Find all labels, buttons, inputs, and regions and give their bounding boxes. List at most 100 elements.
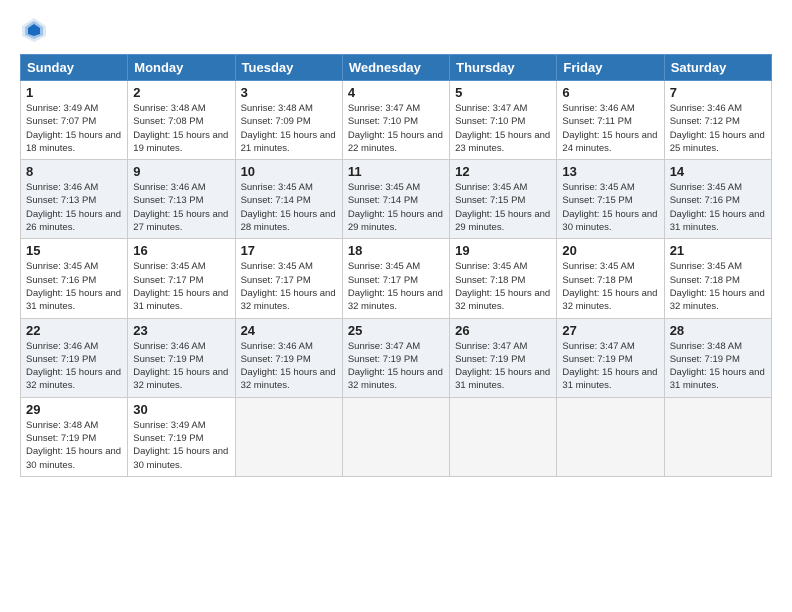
day-number: 15: [26, 243, 122, 258]
day-info: Sunrise: 3:46 AM Sunset: 7:11 PM Dayligh…: [562, 102, 658, 155]
day-info: Sunrise: 3:45 AM Sunset: 7:16 PM Dayligh…: [26, 260, 122, 313]
day-number: 29: [26, 402, 122, 417]
day-info: Sunrise: 3:49 AM Sunset: 7:07 PM Dayligh…: [26, 102, 122, 155]
day-number: 16: [133, 243, 229, 258]
page-header: [20, 16, 772, 44]
calendar-cell: 12 Sunrise: 3:45 AM Sunset: 7:15 PM Dayli…: [450, 160, 557, 239]
calendar-cell: [664, 397, 771, 476]
day-number: 1: [26, 85, 122, 100]
day-info: Sunrise: 3:46 AM Sunset: 7:19 PM Dayligh…: [133, 340, 229, 393]
calendar-week-row: 15 Sunrise: 3:45 AM Sunset: 7:16 PM Dayli…: [21, 239, 772, 318]
day-number: 21: [670, 243, 766, 258]
calendar-cell: 14 Sunrise: 3:45 AM Sunset: 7:16 PM Dayli…: [664, 160, 771, 239]
calendar-week-row: 22 Sunrise: 3:46 AM Sunset: 7:19 PM Dayli…: [21, 318, 772, 397]
day-info: Sunrise: 3:49 AM Sunset: 7:19 PM Dayligh…: [133, 419, 229, 472]
calendar-cell: 11 Sunrise: 3:45 AM Sunset: 7:14 PM Dayli…: [342, 160, 449, 239]
calendar-cell: [450, 397, 557, 476]
calendar-cell: 19Sunrise: 3:45 AM Sunset: 7:18 PM Dayli…: [450, 239, 557, 318]
day-info: Sunrise: 3:45 AM Sunset: 7:18 PM Dayligh…: [562, 260, 658, 313]
day-number: 25: [348, 323, 444, 338]
day-number: 28: [670, 323, 766, 338]
day-info: Sunrise: 3:46 AM Sunset: 7:13 PM Dayligh…: [26, 181, 122, 234]
logo-icon: [20, 16, 48, 44]
calendar-cell: 9Sunrise: 3:46 AM Sunset: 7:13 PM Daylig…: [128, 160, 235, 239]
day-info: Sunrise: 3:45 AM Sunset: 7:15 PM Dayligh…: [562, 181, 658, 234]
day-info: Sunrise: 3:47 AM Sunset: 7:19 PM Dayligh…: [562, 340, 658, 393]
calendar-cell: 3 Sunrise: 3:48 AM Sunset: 7:09 PM Daylig…: [235, 81, 342, 160]
day-number: 23: [133, 323, 229, 338]
day-number: 8: [26, 164, 122, 179]
day-info: Sunrise: 3:45 AM Sunset: 7:18 PM Dayligh…: [670, 260, 766, 313]
day-info: Sunrise: 3:45 AM Sunset: 7:14 PM Dayligh…: [241, 181, 337, 234]
weekday-header: Sunday: [21, 55, 128, 81]
day-number: 9: [133, 164, 229, 179]
day-number: 10: [241, 164, 337, 179]
day-number: 18: [348, 243, 444, 258]
day-info: Sunrise: 3:46 AM Sunset: 7:12 PM Dayligh…: [670, 102, 766, 155]
calendar-cell: 8 Sunrise: 3:46 AM Sunset: 7:13 PM Daylig…: [21, 160, 128, 239]
calendar-table: SundayMondayTuesdayWednesdayThursdayFrid…: [20, 54, 772, 477]
day-info: Sunrise: 3:45 AM Sunset: 7:17 PM Dayligh…: [348, 260, 444, 313]
calendar-cell: 7 Sunrise: 3:46 AM Sunset: 7:12 PM Daylig…: [664, 81, 771, 160]
day-info: Sunrise: 3:47 AM Sunset: 7:19 PM Dayligh…: [455, 340, 551, 393]
day-info: Sunrise: 3:48 AM Sunset: 7:19 PM Dayligh…: [26, 419, 122, 472]
day-number: 22: [26, 323, 122, 338]
calendar-week-row: 1 Sunrise: 3:49 AM Sunset: 7:07 PM Daylig…: [21, 81, 772, 160]
weekday-header: Wednesday: [342, 55, 449, 81]
calendar-cell: 21 Sunrise: 3:45 AM Sunset: 7:18 PM Dayli…: [664, 239, 771, 318]
calendar-cell: 5 Sunrise: 3:47 AM Sunset: 7:10 PM Daylig…: [450, 81, 557, 160]
header-row: SundayMondayTuesdayWednesdayThursdayFrid…: [21, 55, 772, 81]
calendar-cell: 17 Sunrise: 3:45 AM Sunset: 7:17 PM Dayli…: [235, 239, 342, 318]
calendar-cell: 27 Sunrise: 3:47 AM Sunset: 7:19 PM Dayli…: [557, 318, 664, 397]
calendar-week-row: 8 Sunrise: 3:46 AM Sunset: 7:13 PM Daylig…: [21, 160, 772, 239]
logo: [20, 16, 52, 44]
day-number: 26: [455, 323, 551, 338]
calendar-cell: 6 Sunrise: 3:46 AM Sunset: 7:11 PM Daylig…: [557, 81, 664, 160]
day-number: 2: [133, 85, 229, 100]
day-info: Sunrise: 3:47 AM Sunset: 7:10 PM Dayligh…: [455, 102, 551, 155]
day-number: 4: [348, 85, 444, 100]
day-number: 30: [133, 402, 229, 417]
day-number: 6: [562, 85, 658, 100]
calendar-cell: 24Sunrise: 3:46 AM Sunset: 7:19 PM Dayli…: [235, 318, 342, 397]
day-number: 24: [241, 323, 337, 338]
calendar-cell: 22Sunrise: 3:46 AM Sunset: 7:19 PM Dayli…: [21, 318, 128, 397]
weekday-header: Monday: [128, 55, 235, 81]
calendar-cell: 18 Sunrise: 3:45 AM Sunset: 7:17 PM Dayli…: [342, 239, 449, 318]
calendar-cell: [342, 397, 449, 476]
weekday-header: Tuesday: [235, 55, 342, 81]
day-info: Sunrise: 3:45 AM Sunset: 7:15 PM Dayligh…: [455, 181, 551, 234]
day-info: Sunrise: 3:48 AM Sunset: 7:19 PM Dayligh…: [670, 340, 766, 393]
calendar-cell: 16 Sunrise: 3:45 AM Sunset: 7:17 PM Dayli…: [128, 239, 235, 318]
day-info: Sunrise: 3:45 AM Sunset: 7:17 PM Dayligh…: [133, 260, 229, 313]
day-info: Sunrise: 3:45 AM Sunset: 7:14 PM Dayligh…: [348, 181, 444, 234]
day-info: Sunrise: 3:45 AM Sunset: 7:16 PM Dayligh…: [670, 181, 766, 234]
calendar-cell: 10 Sunrise: 3:45 AM Sunset: 7:14 PM Dayli…: [235, 160, 342, 239]
day-info: Sunrise: 3:48 AM Sunset: 7:09 PM Dayligh…: [241, 102, 337, 155]
calendar-cell: 20 Sunrise: 3:45 AM Sunset: 7:18 PM Dayli…: [557, 239, 664, 318]
day-number: 12: [455, 164, 551, 179]
calendar-cell: 25 Sunrise: 3:47 AM Sunset: 7:19 PM Dayli…: [342, 318, 449, 397]
day-number: 11: [348, 164, 444, 179]
weekday-header: Saturday: [664, 55, 771, 81]
day-number: 27: [562, 323, 658, 338]
day-number: 14: [670, 164, 766, 179]
day-info: Sunrise: 3:45 AM Sunset: 7:17 PM Dayligh…: [241, 260, 337, 313]
calendar-cell: [235, 397, 342, 476]
calendar-cell: 28 Sunrise: 3:48 AM Sunset: 7:19 PM Dayli…: [664, 318, 771, 397]
calendar-week-row: 29 Sunrise: 3:48 AM Sunset: 7:19 PM Dayli…: [21, 397, 772, 476]
day-number: 3: [241, 85, 337, 100]
day-info: Sunrise: 3:48 AM Sunset: 7:08 PM Dayligh…: [133, 102, 229, 155]
day-number: 17: [241, 243, 337, 258]
day-number: 7: [670, 85, 766, 100]
calendar-cell: 1 Sunrise: 3:49 AM Sunset: 7:07 PM Daylig…: [21, 81, 128, 160]
day-number: 20: [562, 243, 658, 258]
calendar-cell: 4 Sunrise: 3:47 AM Sunset: 7:10 PM Daylig…: [342, 81, 449, 160]
day-number: 19: [455, 243, 551, 258]
day-info: Sunrise: 3:47 AM Sunset: 7:10 PM Dayligh…: [348, 102, 444, 155]
day-info: Sunrise: 3:47 AM Sunset: 7:19 PM Dayligh…: [348, 340, 444, 393]
day-number: 13: [562, 164, 658, 179]
day-number: 5: [455, 85, 551, 100]
calendar-cell: 2 Sunrise: 3:48 AM Sunset: 7:08 PM Daylig…: [128, 81, 235, 160]
calendar-cell: 15 Sunrise: 3:45 AM Sunset: 7:16 PM Dayli…: [21, 239, 128, 318]
